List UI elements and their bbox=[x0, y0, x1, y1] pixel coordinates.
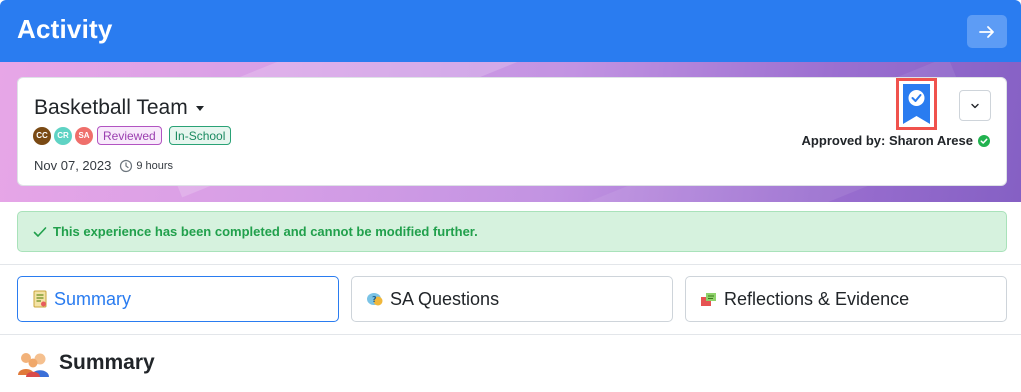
close-panel-button[interactable] bbox=[967, 15, 1007, 48]
approval-info: Approved by: Sharon Arese bbox=[802, 133, 990, 148]
avatar: SA bbox=[75, 126, 93, 145]
activity-duration: 9 hours bbox=[119, 159, 173, 173]
tab-reflections-evidence[interactable]: Reflections & Evidence bbox=[685, 276, 1007, 322]
tab-label: Summary bbox=[54, 288, 132, 309]
activity-meta: Nov 07, 2023 9 hours bbox=[34, 158, 173, 173]
page-title: Activity bbox=[17, 14, 113, 44]
divider bbox=[0, 264, 1021, 265]
activity-options-button[interactable] bbox=[959, 90, 991, 121]
activity-title: Basketball Team bbox=[34, 96, 188, 119]
arrow-right-icon bbox=[979, 25, 994, 38]
summary-icon bbox=[33, 290, 47, 308]
completed-alert: This experience has been completed and c… bbox=[17, 211, 1007, 252]
clock-icon bbox=[120, 159, 133, 172]
check-circle-icon bbox=[978, 134, 990, 147]
tab-summary[interactable]: Summary bbox=[17, 276, 339, 322]
activity-date: Nov 07, 2023 bbox=[34, 158, 112, 173]
avatar: CC bbox=[33, 126, 51, 145]
reflections-icon bbox=[701, 293, 716, 306]
svg-text:?: ? bbox=[372, 295, 377, 304]
section-title: Summary bbox=[59, 351, 155, 374]
duration-text: 9 hours bbox=[136, 159, 174, 172]
tab-sa-questions[interactable]: ? SA Questions bbox=[351, 276, 673, 322]
sa-questions-icon: ? bbox=[367, 293, 383, 306]
section-header: Summary bbox=[17, 349, 155, 377]
approval-status-icon[interactable] bbox=[896, 78, 937, 130]
tab-label: SA Questions bbox=[390, 288, 500, 309]
approved-by-text: Approved by: Sharon Arese bbox=[801, 133, 973, 148]
people-icon bbox=[18, 353, 49, 377]
check-icon bbox=[33, 226, 47, 237]
avatar: CR bbox=[54, 126, 72, 145]
location-badge: In-School bbox=[168, 126, 232, 145]
activity-header: Activity bbox=[0, 0, 1021, 62]
tab-label: Reflections & Evidence bbox=[724, 288, 910, 309]
activity-title-dropdown[interactable]: Basketball Team bbox=[34, 96, 204, 120]
alert-message: This experience has been completed and c… bbox=[53, 224, 478, 239]
approved-ribbon-icon bbox=[903, 84, 930, 124]
caret-down-icon bbox=[195, 105, 204, 111]
status-badge: Reviewed bbox=[97, 126, 162, 145]
activity-badges: CC CR SA Reviewed In-School bbox=[33, 126, 232, 145]
activity-card: Basketball Team CC CR SA Reviewed In-Sch… bbox=[17, 77, 1007, 186]
chevron-down-icon bbox=[971, 103, 979, 108]
divider bbox=[0, 334, 1021, 335]
